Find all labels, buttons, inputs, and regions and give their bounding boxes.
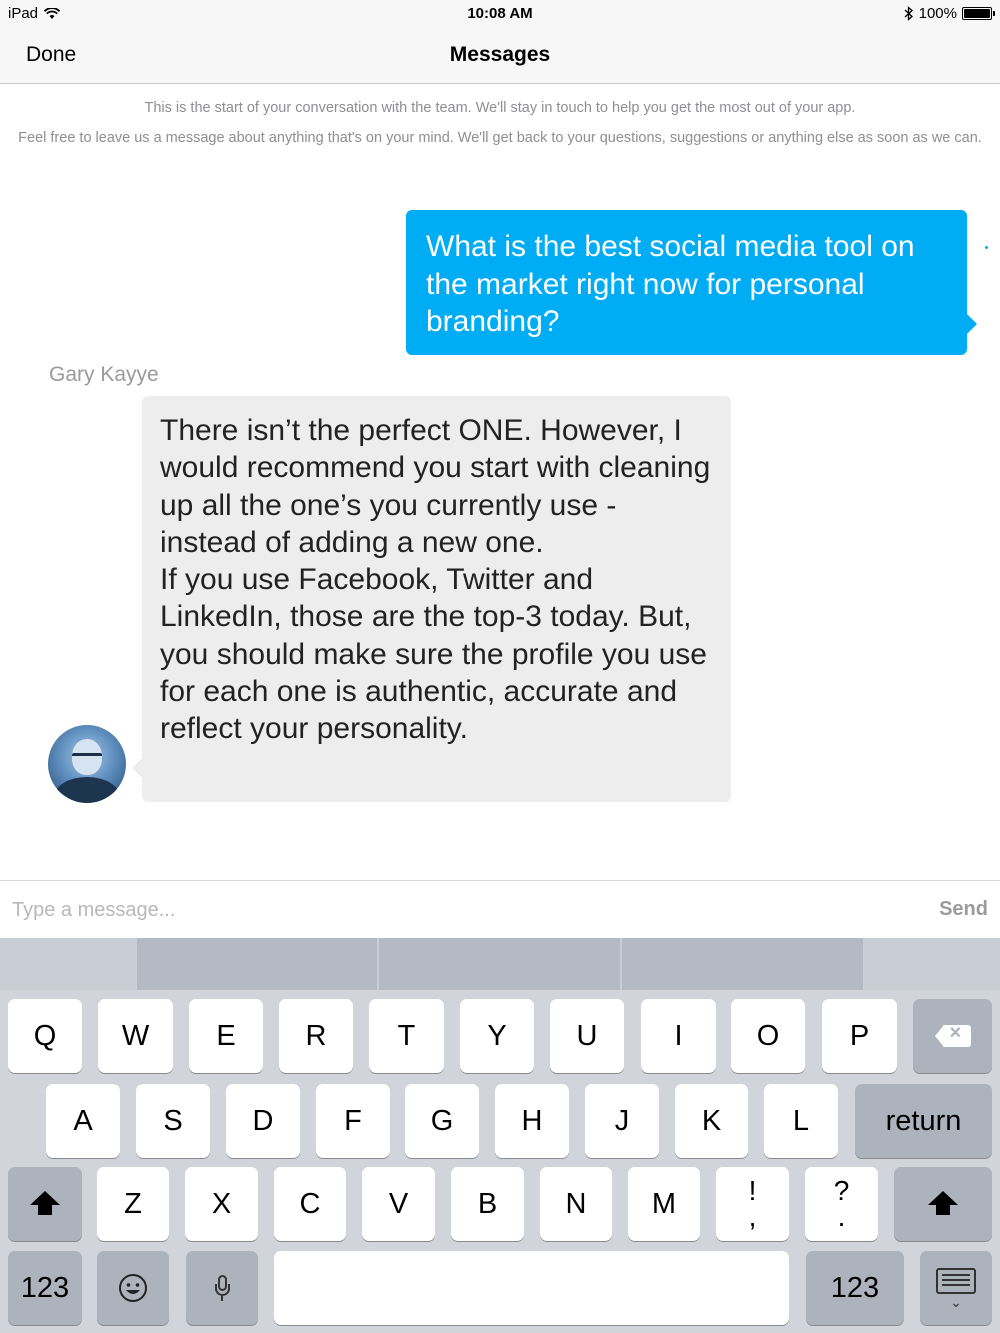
key-j[interactable]: J — [585, 1084, 659, 1158]
key-z[interactable]: Z — [97, 1167, 169, 1241]
sender-name: Gary Kayye — [49, 363, 159, 386]
incoming-message-bubble: There isn’t the perfect ONE. However, I … — [132, 396, 731, 802]
shift-key-left[interactable] — [8, 1167, 82, 1241]
key-q[interactable]: Q — [8, 999, 82, 1073]
battery-icon — [962, 7, 995, 20]
shift-key-right[interactable] — [894, 1167, 992, 1241]
key-exclaim-comma[interactable]: !, — [716, 1167, 789, 1241]
prediction-slot-3[interactable] — [622, 938, 863, 990]
emoji-key[interactable] — [97, 1251, 169, 1325]
outgoing-message-bubble: What is the best social media tool on th… — [406, 210, 977, 355]
prediction-slot-2[interactable] — [379, 938, 620, 990]
key-y[interactable]: Y — [460, 999, 534, 1073]
key-n[interactable]: N — [540, 1167, 612, 1241]
key-h[interactable]: H — [495, 1084, 569, 1158]
microphone-icon — [215, 1275, 230, 1301]
dictation-key[interactable] — [186, 1251, 258, 1325]
battery-percent: 100% — [918, 5, 957, 22]
keyboard: Q W E R T Y U I O P × A S D F G H J K L … — [0, 938, 1000, 1333]
shift-icon — [928, 1191, 958, 1217]
key-d[interactable]: D — [226, 1084, 300, 1158]
key-g[interactable]: G — [405, 1084, 479, 1158]
nav-bar: Done Messages — [0, 28, 1000, 84]
status-bar: iPad 10:08 AM 100% — [0, 0, 1000, 28]
bluetooth-icon — [904, 6, 913, 21]
avatar-glasses — [72, 753, 102, 760]
numbers-key-right[interactable]: 123 — [806, 1251, 904, 1325]
send-button[interactable]: Send — [939, 898, 988, 921]
key-e[interactable]: E — [189, 999, 263, 1073]
key-l[interactable]: L — [764, 1084, 838, 1158]
key-o[interactable]: O — [731, 999, 805, 1073]
key-c[interactable]: C — [274, 1167, 346, 1241]
status-time: 10:08 AM — [467, 5, 533, 22]
status-right: 100% — [904, 5, 995, 22]
key-comma-label: , — [748, 1201, 757, 1232]
page-title: Messages — [449, 43, 551, 66]
key-m[interactable]: M — [628, 1167, 700, 1241]
avatar-shoulders — [54, 777, 120, 803]
dismiss-keyboard-key[interactable]: ⌄ — [920, 1251, 992, 1325]
return-key[interactable]: return — [855, 1084, 992, 1158]
message-input[interactable] — [12, 895, 892, 925]
predictive-bar — [0, 938, 1000, 990]
keyboard-dismiss-icon: ⌄ — [936, 1268, 976, 1309]
key-w[interactable]: W — [98, 999, 173, 1073]
key-i[interactable]: I — [641, 999, 716, 1073]
emoji-icon — [119, 1274, 147, 1302]
key-v[interactable]: V — [362, 1167, 435, 1241]
message-composer: Send — [0, 880, 1000, 938]
numbers-key-left[interactable]: 123 — [8, 1251, 82, 1325]
avatar[interactable] — [48, 725, 126, 803]
shift-icon — [30, 1191, 60, 1217]
key-f[interactable]: F — [316, 1084, 390, 1158]
key-s[interactable]: S — [136, 1084, 210, 1158]
key-u[interactable]: U — [550, 999, 624, 1073]
prediction-slot-1[interactable] — [137, 938, 377, 990]
key-period-label: . — [837, 1201, 846, 1232]
key-r[interactable]: R — [279, 999, 353, 1073]
key-b[interactable]: B — [451, 1167, 524, 1241]
key-k[interactable]: K — [675, 1084, 748, 1158]
delivery-indicator — [985, 246, 988, 249]
intro-text-1: This is the start of your conversation w… — [144, 100, 856, 116]
key-question-period[interactable]: ?. — [805, 1167, 878, 1241]
delete-key[interactable]: × — [913, 999, 992, 1073]
backspace-icon: × — [934, 1022, 971, 1047]
key-a[interactable]: A — [46, 1084, 120, 1158]
key-t[interactable]: T — [369, 999, 444, 1073]
key-p[interactable]: P — [822, 999, 897, 1073]
space-bar[interactable] — [274, 1251, 789, 1325]
intro-text-2: Feel free to leave us a message about an… — [18, 130, 982, 146]
key-x[interactable]: X — [185, 1167, 258, 1241]
